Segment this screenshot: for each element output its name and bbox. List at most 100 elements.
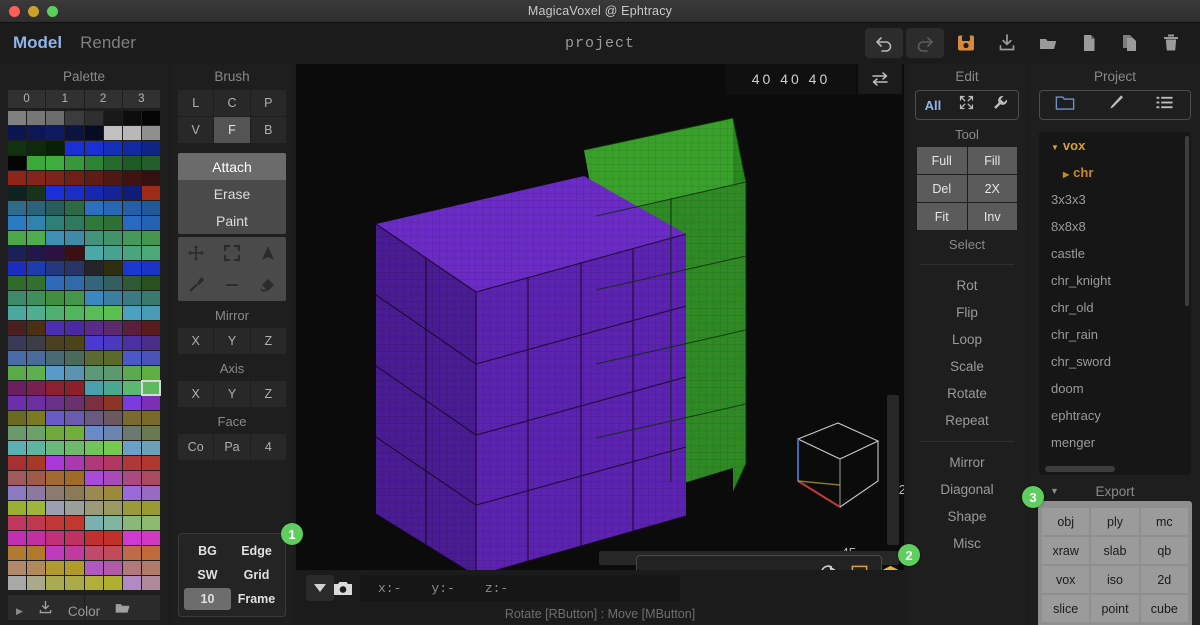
palette-swatch[interactable] bbox=[84, 531, 103, 545]
palette-swatch[interactable] bbox=[46, 486, 65, 500]
palette-swatch[interactable] bbox=[8, 546, 27, 560]
palette-swatch[interactable] bbox=[65, 486, 84, 500]
camera-icon[interactable] bbox=[329, 575, 357, 601]
palette-swatch[interactable] bbox=[8, 576, 27, 590]
palette-swatch-grid[interactable] bbox=[8, 111, 162, 590]
palette-swatch[interactable] bbox=[65, 501, 84, 515]
face-mode-co[interactable]: Co bbox=[178, 434, 214, 460]
palette-swatch[interactable] bbox=[122, 171, 141, 185]
palette-swatch[interactable] bbox=[8, 201, 27, 215]
palette-swatch[interactable] bbox=[46, 156, 65, 170]
export-section-toggle[interactable]: ▼ Export bbox=[1030, 484, 1200, 499]
copy-button[interactable] bbox=[1111, 28, 1149, 58]
palette-swatch[interactable] bbox=[46, 471, 65, 485]
swap-arrows-icon[interactable] bbox=[858, 64, 902, 94]
palette-swatch[interactable] bbox=[84, 156, 103, 170]
save-button[interactable] bbox=[947, 28, 985, 58]
palette-swatch[interactable] bbox=[122, 216, 141, 230]
palette-swatch[interactable] bbox=[27, 351, 46, 365]
palette-swatch[interactable] bbox=[27, 171, 46, 185]
palette-swatch[interactable] bbox=[103, 396, 122, 410]
file-row-chr-knight[interactable]: chr_knight bbox=[1039, 267, 1191, 294]
palette-swatch[interactable] bbox=[27, 261, 46, 275]
palette-swatch[interactable] bbox=[122, 186, 141, 200]
palette-swatch[interactable] bbox=[46, 411, 65, 425]
palette-swatch[interactable] bbox=[46, 441, 65, 455]
cursor-arrow-icon[interactable] bbox=[250, 237, 286, 269]
export-slice[interactable]: slice bbox=[1042, 595, 1090, 622]
palette-swatch[interactable] bbox=[8, 186, 27, 200]
edit-modifier-shape[interactable]: Shape bbox=[906, 503, 1028, 530]
palette-swatch[interactable] bbox=[103, 516, 122, 530]
palette-swatch[interactable] bbox=[27, 471, 46, 485]
palette-swatch[interactable] bbox=[103, 366, 122, 380]
new-file-button[interactable] bbox=[1070, 28, 1108, 58]
face-mode-pa[interactable]: Pa bbox=[214, 434, 250, 460]
palette-swatch[interactable] bbox=[65, 471, 84, 485]
select-box-icon[interactable] bbox=[214, 237, 250, 269]
palette-swatch[interactable] bbox=[65, 381, 84, 395]
palette-swatch[interactable] bbox=[65, 321, 84, 335]
palette-swatch[interactable] bbox=[122, 381, 141, 395]
palette-swatch[interactable] bbox=[8, 351, 27, 365]
palette-swatch[interactable] bbox=[122, 291, 141, 305]
palette-swatch[interactable] bbox=[8, 411, 27, 425]
palette-swatch[interactable] bbox=[46, 501, 65, 515]
palette-swatch[interactable] bbox=[8, 516, 27, 530]
palette-swatch[interactable] bbox=[103, 411, 122, 425]
palette-swatch[interactable] bbox=[103, 321, 122, 335]
window-controls[interactable] bbox=[9, 6, 58, 17]
file-row-8x8x8[interactable]: 8x8x8 bbox=[1039, 213, 1191, 240]
axis-z[interactable]: Z bbox=[250, 381, 286, 407]
palette-swatch[interactable] bbox=[84, 201, 103, 215]
list-icon[interactable] bbox=[1155, 94, 1175, 116]
axis-y[interactable]: Y bbox=[214, 381, 250, 407]
edit-action-rotate[interactable]: Rotate bbox=[906, 380, 1028, 407]
palette-swatch[interactable] bbox=[84, 396, 103, 410]
palette-swatch[interactable] bbox=[65, 171, 84, 185]
palette-swatch[interactable] bbox=[46, 576, 65, 590]
palette-swatch[interactable] bbox=[122, 126, 141, 140]
palette-swatch[interactable] bbox=[8, 396, 27, 410]
palette-swatch[interactable] bbox=[141, 486, 160, 500]
palette-swatch[interactable] bbox=[46, 201, 65, 215]
palette-swatch[interactable] bbox=[84, 501, 103, 515]
palette-swatch[interactable] bbox=[122, 576, 141, 590]
palette-swatch[interactable] bbox=[122, 561, 141, 575]
palette-swatch[interactable] bbox=[8, 381, 27, 395]
export-qb[interactable]: qb bbox=[1140, 537, 1188, 564]
palette-swatch[interactable] bbox=[46, 321, 65, 335]
palette-swatch[interactable] bbox=[122, 411, 141, 425]
palette-swatch[interactable] bbox=[84, 441, 103, 455]
palette-swatch[interactable] bbox=[8, 486, 27, 500]
palette-swatch[interactable] bbox=[27, 186, 46, 200]
palette-swatch[interactable] bbox=[141, 576, 160, 590]
palette-swatch[interactable] bbox=[27, 441, 46, 455]
palette-swatch[interactable] bbox=[141, 546, 160, 560]
palette-swatch[interactable] bbox=[65, 276, 84, 290]
palette-swatch[interactable] bbox=[46, 276, 65, 290]
palette-swatch[interactable] bbox=[84, 351, 103, 365]
edit-action-rot[interactable]: Rot bbox=[906, 272, 1028, 299]
palette-swatch[interactable] bbox=[84, 336, 103, 350]
palette-swatch[interactable] bbox=[27, 501, 46, 515]
palette-swatch[interactable] bbox=[46, 561, 65, 575]
palette-swatch[interactable] bbox=[8, 231, 27, 245]
edit-modifier-misc[interactable]: Misc bbox=[906, 530, 1028, 557]
palette-swatch[interactable] bbox=[65, 246, 84, 260]
export-slab[interactable]: slab bbox=[1091, 537, 1139, 564]
tool-inv[interactable]: Inv bbox=[967, 203, 1017, 230]
palette-swatch[interactable] bbox=[27, 576, 46, 590]
palette-swatch[interactable] bbox=[103, 501, 122, 515]
palette-swatch[interactable] bbox=[122, 441, 141, 455]
orientation-gizmo[interactable] bbox=[790, 415, 886, 515]
palette-swatch[interactable] bbox=[27, 231, 46, 245]
move-icon[interactable] bbox=[178, 237, 214, 269]
palette-swatch[interactable] bbox=[8, 471, 27, 485]
brush-shape-l[interactable]: L bbox=[178, 90, 214, 116]
palette-swatch[interactable] bbox=[103, 231, 122, 245]
palette-swatch[interactable] bbox=[141, 321, 160, 335]
export-obj[interactable]: obj bbox=[1042, 508, 1090, 535]
palette-swatch[interactable] bbox=[27, 291, 46, 305]
export-2d[interactable]: 2d bbox=[1140, 566, 1188, 593]
